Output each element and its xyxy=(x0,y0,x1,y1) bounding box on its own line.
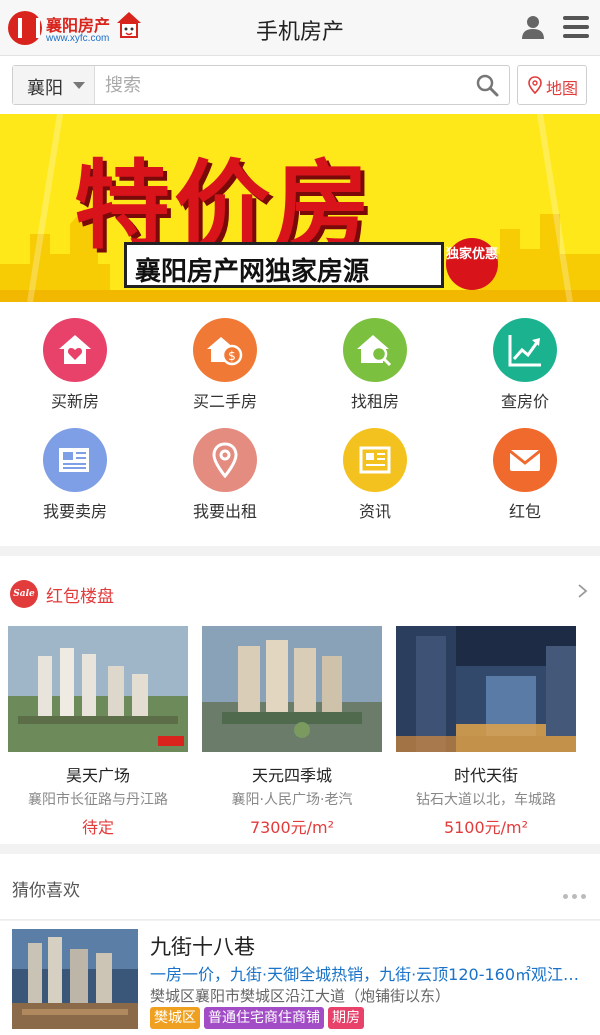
property-name: 天元四季城 xyxy=(251,766,332,785)
property-image xyxy=(396,626,576,752)
property-address: 襄阳·人民广场·老汽 xyxy=(231,792,353,808)
page-title: 手机房产 xyxy=(255,20,344,45)
nav-label: 我要卖房 xyxy=(42,502,107,521)
property-address: 钻石大道以北，车城路 xyxy=(416,792,556,808)
nav-check-price[interactable]: 查房价 xyxy=(450,302,600,412)
chevron-down-icon xyxy=(73,82,85,89)
nav-news[interactable]: 资讯 xyxy=(300,412,450,522)
newspaper-icon xyxy=(43,428,107,492)
banner-subline: 襄阳房产网独家房源 xyxy=(135,257,370,287)
nav-label: 我要出租 xyxy=(192,502,257,521)
property-card[interactable]: 时代天街 钻石大道以北，车城路 5100元/m² xyxy=(396,626,576,837)
more-icon[interactable] xyxy=(563,884,591,899)
property-card[interactable]: 天元四季城 襄阳·人民广场·老汽 7300元/m² xyxy=(202,626,382,837)
house-heart-icon xyxy=(43,318,107,382)
property-price: 5100元/m² xyxy=(443,818,529,837)
exclusive-stamp: 独家优惠 xyxy=(446,238,498,290)
search-box: 襄阳 xyxy=(12,65,510,105)
location-pin-icon xyxy=(193,428,257,492)
section-title[interactable]: 红包楼盘 xyxy=(46,582,114,607)
listing-item[interactable]: 九街十八巷 一房一价，九街·天御全城热销，九街·云顶120-160㎡观江华...… xyxy=(0,921,600,1035)
house-coin-icon: $ xyxy=(193,318,257,382)
property-card[interactable]: 昊天广场 襄阳市长征路与丹江路 待定 xyxy=(8,626,188,837)
envelope-icon xyxy=(493,428,557,492)
nav-find-rental[interactable]: 找租房 xyxy=(300,302,450,412)
listing-tags: 樊城区 普通住宅商住商铺 期房 xyxy=(150,1007,368,1029)
news-icon xyxy=(343,428,407,492)
search-icon[interactable] xyxy=(475,73,499,97)
nav-buy-second-hand[interactable]: $ 买二手房 xyxy=(150,302,300,412)
house-search-icon xyxy=(343,318,407,382)
listing-address: 樊城区襄阳市樊城区沿江大道（炮铺街以东） xyxy=(150,987,451,1005)
nav-label: 找租房 xyxy=(350,392,399,411)
property-image xyxy=(202,626,382,752)
search-input[interactable] xyxy=(105,70,465,100)
nav-buy-new-house[interactable]: 买新房 xyxy=(0,302,150,412)
nav-rent-out[interactable]: 我要出租 xyxy=(150,412,300,522)
sale-badge-icon: Sale xyxy=(10,580,38,608)
status-tag: 期房 xyxy=(328,1007,364,1029)
property-address: 襄阳市长征路与丹江路 xyxy=(28,792,168,808)
nav-label: 资讯 xyxy=(358,502,391,521)
quick-nav: 买新房 $ 买二手房 找租房 查房价 我要卖房 我要出租 资讯 红包 xyxy=(0,302,600,546)
listing-image xyxy=(12,929,138,1029)
section-title: 猜你喜欢 xyxy=(12,881,80,901)
search-bar: 襄阳 地图 xyxy=(0,56,600,114)
nav-sell-house[interactable]: 我要卖房 xyxy=(0,412,150,522)
trend-chart-icon xyxy=(493,318,557,382)
listing-name: 九街十八巷 xyxy=(150,935,255,959)
top-header: 襄阳房产 www.xyfc.com 手机房产 xyxy=(0,0,600,56)
promo-banner[interactable]: 特价房 襄阳房产网独家房源 独家优惠 xyxy=(0,114,600,302)
nav-label: 买新房 xyxy=(50,392,99,411)
user-icon[interactable] xyxy=(520,14,546,40)
city-select[interactable]: 襄阳 xyxy=(13,66,95,104)
nav-red-envelope[interactable]: 红包 xyxy=(450,412,600,522)
district-tag: 樊城区 xyxy=(150,1007,200,1029)
map-button[interactable]: 地图 xyxy=(517,65,587,105)
nav-label: 红包 xyxy=(508,502,541,521)
nav-label: 买二手房 xyxy=(192,392,257,411)
property-image xyxy=(8,626,188,752)
nav-label: 查房价 xyxy=(500,392,549,411)
map-label: 地图 xyxy=(546,79,579,98)
type-tag: 普通住宅商住商铺 xyxy=(204,1007,324,1029)
property-name: 昊天广场 xyxy=(65,766,130,785)
property-price: 7300元/m² xyxy=(249,818,335,837)
listing-slogan: 一房一价，九街·天御全城热销，九街·云顶120-160㎡观江华... xyxy=(150,965,590,984)
property-price: 待定 xyxy=(81,818,114,837)
banner-subline-box: 襄阳房产网独家房源 xyxy=(124,242,444,288)
guess-section-header: 猜你喜欢 xyxy=(0,854,600,920)
menu-icon[interactable] xyxy=(563,16,589,38)
city-label: 襄阳 xyxy=(27,78,63,99)
svg-text:$: $ xyxy=(228,349,236,363)
property-name: 时代天街 xyxy=(453,766,518,785)
chevron-right-icon[interactable] xyxy=(576,584,588,598)
map-pin-icon xyxy=(528,76,542,94)
red-envelope-section: Sale 红包楼盘 昊天广场 襄阳市长征路与丹江路 待定 天元四季城 襄阳·人民… xyxy=(0,556,600,844)
